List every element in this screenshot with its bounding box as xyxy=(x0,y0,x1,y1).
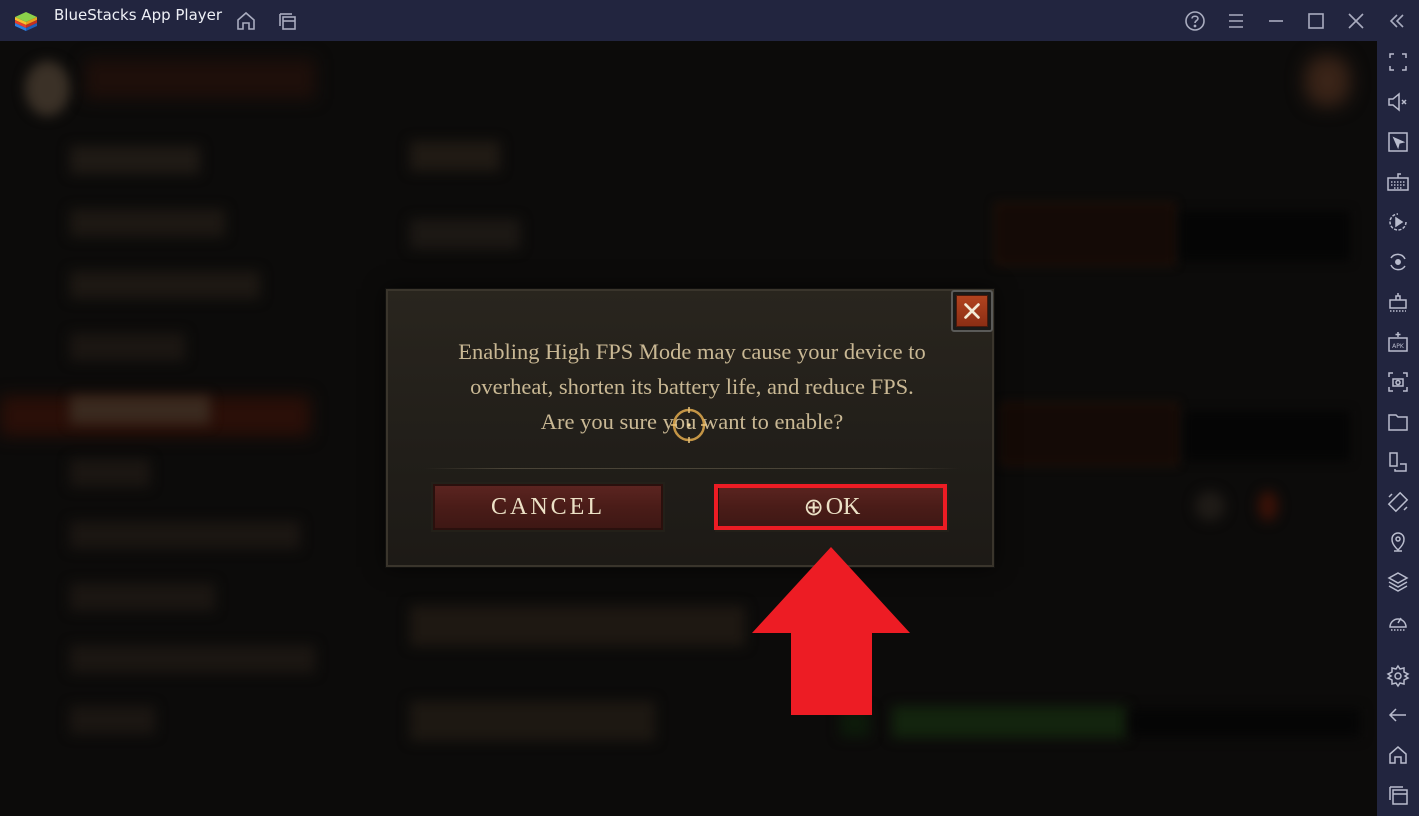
help-icon[interactable] xyxy=(1184,10,1206,32)
bg-menu-item xyxy=(70,209,225,237)
bg-menu-item xyxy=(70,521,300,549)
bg-menu-item xyxy=(70,706,155,734)
bg-section-graphics xyxy=(410,606,745,646)
bg-toggle-on-2 xyxy=(1000,403,1178,465)
app-title: BlueStacks App Player xyxy=(54,6,223,24)
collapse-sidebar-icon[interactable] xyxy=(1386,10,1408,32)
performance-icon[interactable] xyxy=(1386,290,1410,314)
dialog-message: Enabling High FPS Mode may cause your de… xyxy=(408,334,976,439)
bg-menu-item xyxy=(70,459,150,487)
screenshot-icon[interactable] xyxy=(1386,370,1410,394)
bg-menu-item xyxy=(70,271,260,299)
settings-icon[interactable] xyxy=(1386,664,1410,688)
macro-record-icon[interactable] xyxy=(1386,210,1410,234)
multi-instance-icon[interactable] xyxy=(276,10,298,32)
bg-menu-item xyxy=(70,583,215,611)
cancel-button[interactable]: CANCEL xyxy=(431,482,665,532)
keyboard-icon[interactable] xyxy=(1386,170,1410,194)
bg-progress-bar xyxy=(892,706,1127,738)
location-icon[interactable] xyxy=(1386,530,1410,554)
multi-window-icon[interactable] xyxy=(1386,450,1410,474)
bg-dot-red xyxy=(1258,491,1278,521)
ok-button[interactable]: ⊕ OK xyxy=(715,482,949,532)
dialog-message-line: overheat, shorten its battery life, and … xyxy=(470,374,914,399)
bg-menu-item xyxy=(70,396,210,424)
dialog-divider xyxy=(424,468,960,469)
bg-toggle-off xyxy=(1180,211,1350,261)
pointer-icon[interactable] xyxy=(1386,130,1410,154)
svg-text:APK: APK xyxy=(1392,343,1405,350)
back-icon[interactable] xyxy=(1386,703,1410,727)
bg-toggle-on xyxy=(995,203,1175,265)
folder-icon[interactable] xyxy=(1386,410,1410,434)
ok-glyph-icon: ⊕ xyxy=(803,494,824,521)
bg-section-fps xyxy=(410,141,500,171)
close-icon[interactable] xyxy=(1345,10,1367,32)
settings-close-blurred xyxy=(1305,56,1350,106)
bg-menu-item xyxy=(70,645,315,673)
minimize-icon[interactable] xyxy=(1265,10,1287,32)
close-x-icon xyxy=(956,295,988,327)
bg-bar-cap xyxy=(840,709,870,737)
bg-menu-item xyxy=(70,333,185,361)
maximize-icon[interactable] xyxy=(1305,10,1327,32)
cancel-label: CANCEL xyxy=(491,493,605,520)
bg-progress-track xyxy=(1130,709,1360,737)
home-icon[interactable] xyxy=(1386,743,1410,767)
dialog-message-line: Enabling High FPS Mode may cause your de… xyxy=(458,339,926,364)
bg-menu-item xyxy=(70,146,200,174)
fullscreen-icon[interactable] xyxy=(1386,50,1410,74)
layers-icon[interactable] xyxy=(1386,570,1410,594)
bg-toggle-off-2 xyxy=(1185,411,1350,461)
title-bar: BlueStacks App Player xyxy=(0,0,1419,41)
menu-icon[interactable] xyxy=(1225,10,1247,32)
install-apk-icon[interactable]: APK xyxy=(1386,330,1410,354)
bluestacks-logo-icon xyxy=(13,9,39,35)
bg-row-label xyxy=(410,219,520,249)
recent-apps-icon[interactable] xyxy=(1386,783,1410,807)
volume-mute-icon[interactable] xyxy=(1386,90,1410,114)
dialog-close-button[interactable] xyxy=(951,290,993,332)
speed-icon[interactable] xyxy=(1386,610,1410,634)
sync-icon[interactable] xyxy=(1386,250,1410,274)
bg-dot xyxy=(1195,491,1225,521)
bg-row-driver xyxy=(410,701,655,741)
high-fps-confirm-dialog: Enabling High FPS Mode may cause your de… xyxy=(386,289,994,567)
right-sidebar: APK xyxy=(1377,41,1419,816)
settings-header-blurred xyxy=(85,59,315,99)
home-icon[interactable] xyxy=(235,10,257,32)
ok-label: OK xyxy=(825,493,861,520)
rotate-icon[interactable] xyxy=(1386,490,1410,514)
settings-emblem-icon xyxy=(25,61,70,116)
dialog-message-line: Are you sure you want to enable? xyxy=(540,409,844,434)
